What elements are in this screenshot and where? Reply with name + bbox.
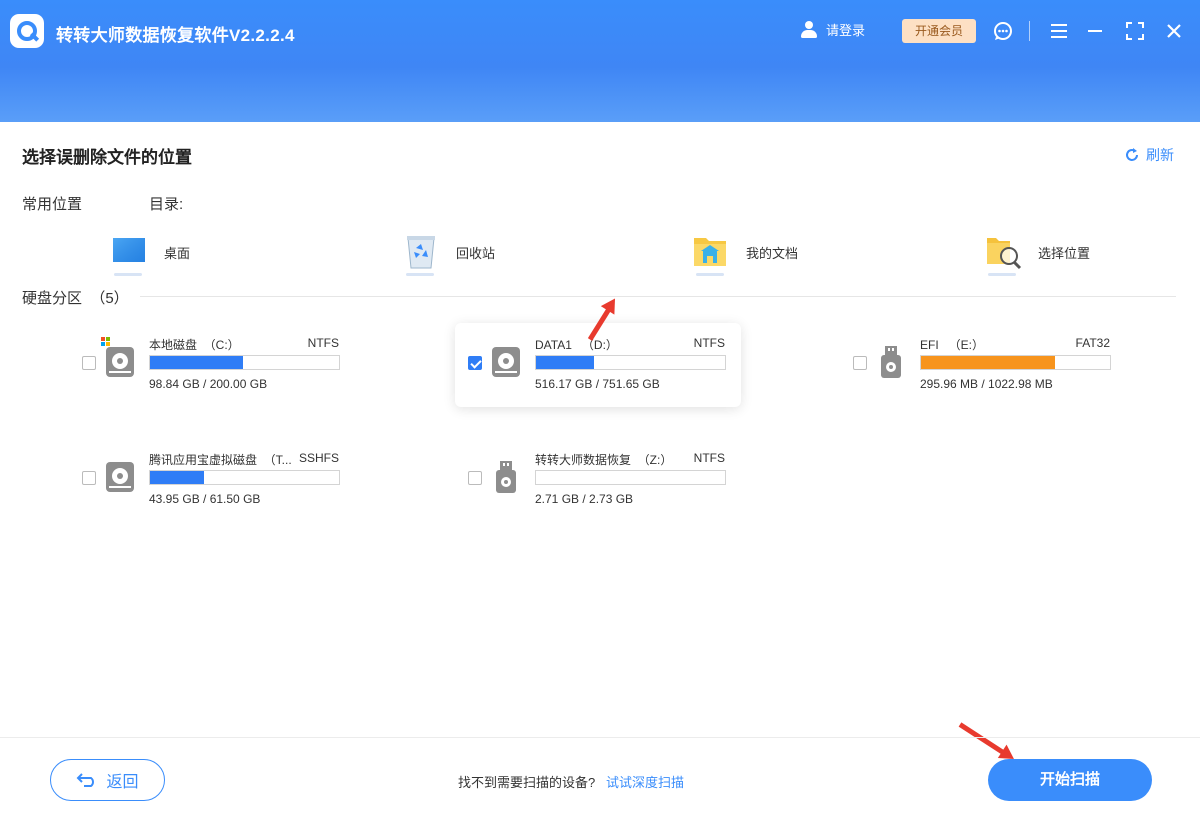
hint-text: 找不到需要扫描的设备? (458, 775, 596, 790)
disk-card[interactable]: 转转大师数据恢复 （Z:） NTFS 2.71 GB / 2.73 GB (455, 438, 741, 522)
location-label: 桌面 (164, 245, 191, 261)
disk-usage-bar (535, 355, 726, 370)
logo-icon (10, 14, 44, 48)
back-label: 返回 (106, 774, 139, 791)
location-label: 选择位置 (1038, 245, 1091, 261)
common-locations-label: 常用位置 (22, 196, 83, 213)
disk-usage-fill (150, 356, 244, 369)
disk-filesystem: SSHFS (298, 451, 339, 465)
disk-size: 98.84 GB / 200.00 GB (149, 377, 268, 391)
user-icon (800, 20, 818, 39)
choose-location-icon (984, 230, 1024, 276)
title-bar: 转转大师数据恢复软件V2.2.2.4 请登录 开通会员 (0, 0, 1200, 122)
disk-card[interactable]: 本地磁盘 （C:） NTFS 98.84 GB / 200.00 GB (69, 323, 355, 407)
disk-usage-fill (536, 356, 594, 369)
location-recycle-bin[interactable]: 回收站 (402, 228, 495, 276)
disk-checkbox[interactable] (468, 471, 482, 485)
deep-scan-link[interactable]: 试试深度扫描 (606, 772, 684, 791)
disk-size: 295.96 MB / 1022.98 MB (920, 377, 1053, 391)
location-label: 回收站 (456, 245, 496, 261)
disk-card[interactable]: DATA1 （D:） NTFS 516.17 GB / 751.65 GB (455, 323, 741, 407)
disk-checkbox[interactable] (853, 356, 867, 370)
refresh-label: 刷新 (1146, 147, 1174, 163)
disk-filesystem: NTFS (307, 336, 339, 350)
location-label: 我的文档 (746, 245, 799, 261)
divider (140, 296, 1176, 297)
disk-name: 本地磁盘 （C:） (149, 338, 240, 352)
disk-size: 516.17 GB / 751.65 GB (535, 377, 660, 391)
disk-usage-fill (921, 356, 1056, 369)
maximize-icon[interactable] (1124, 20, 1146, 42)
disk-name: 转转大师数据恢复 （Z:） (535, 453, 673, 467)
vip-button[interactable]: 开通会员 (902, 19, 976, 43)
annotation-arrow (958, 722, 1005, 755)
disk-size: 2.71 GB / 2.73 GB (535, 492, 634, 506)
start-scan-button[interactable]: 开始扫描 (988, 759, 1152, 801)
disk-checkbox[interactable] (82, 471, 96, 485)
refresh-button[interactable]: 刷新 (1124, 145, 1174, 165)
directory-label: 目录: (149, 196, 184, 213)
disk-name: EFI （E:） (920, 338, 985, 352)
disk-filesystem: NTFS (693, 451, 725, 465)
usb-drive-icon (491, 460, 521, 494)
disk-usage-fill (150, 471, 204, 484)
support-icon[interactable] (992, 20, 1014, 42)
disk-name: 腾讯应用宝虚拟磁盘 （T... (149, 453, 292, 467)
disk-usage-bar (149, 355, 340, 370)
disk-card[interactable]: 腾讯应用宝虚拟磁盘 （T... SSHFS 43.95 GB / 61.50 G… (69, 438, 355, 522)
location-desktop[interactable]: 桌面 (110, 228, 190, 276)
refresh-icon (1126, 148, 1138, 161)
location-choose[interactable]: 选择位置 (984, 228, 1090, 276)
disk-partitions-label: 硬盘分区 （5） (22, 290, 129, 307)
disk-filesystem: FAT32 (1075, 336, 1110, 350)
disk-filesystem: NTFS (693, 336, 725, 350)
menu-icon[interactable] (1048, 20, 1070, 42)
close-icon[interactable] (1163, 20, 1185, 42)
desktop-icon (110, 230, 150, 276)
hard-disk-icon (105, 460, 135, 494)
hard-disk-icon (101, 337, 135, 379)
login-label: 请登录 (826, 23, 866, 38)
disk-usage-bar (149, 470, 340, 485)
disk-usage-bar (920, 355, 1111, 370)
documents-folder-icon (692, 230, 732, 276)
location-my-documents[interactable]: 我的文档 (692, 228, 798, 276)
disk-usage-bar (535, 470, 726, 485)
disk-checkbox[interactable] (82, 356, 96, 370)
footer-divider (0, 737, 1200, 738)
back-button[interactable]: 返回 (50, 759, 165, 801)
page-title: 选择误删除文件的位置 (22, 148, 192, 167)
header-separator (1029, 21, 1030, 41)
disk-checkbox[interactable] (468, 356, 482, 370)
back-arrow-icon (77, 773, 95, 787)
usb-drive-icon (876, 345, 906, 379)
disk-size: 43.95 GB / 61.50 GB (149, 492, 261, 506)
minimize-icon[interactable] (1084, 20, 1106, 42)
login-button[interactable]: 请登录 (800, 20, 865, 39)
disk-card[interactable]: EFI （E:） FAT32 295.96 MB / 1022.98 MB (840, 323, 1126, 407)
disk-name: DATA1 （D:） (535, 338, 618, 352)
recycle-bin-icon (402, 230, 442, 276)
app-title: 转转大师数据恢复软件V2.2.2.4 (56, 26, 295, 45)
hard-disk-icon (491, 345, 521, 379)
